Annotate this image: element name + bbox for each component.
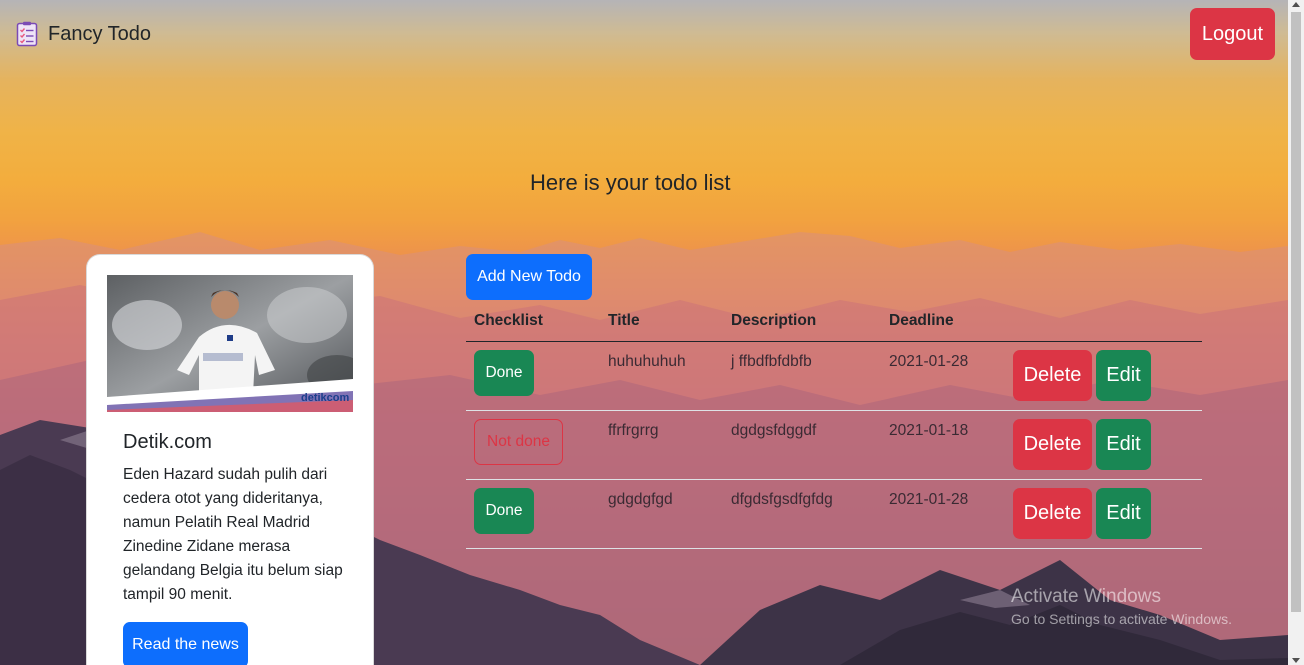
news-source-title: Detik.com [123,431,212,453]
status-toggle-button[interactable]: Not done [474,419,563,465]
column-header-description: Description [731,312,817,329]
column-header-title: Title [608,312,640,329]
checklist-icon [16,21,38,47]
todo-title: huhuhuhuh [608,353,686,370]
table-header: Checklist Title Description Deadline [466,306,1202,342]
news-image: detikcom [107,275,353,412]
watermark-title: Activate Windows [1011,586,1161,607]
todo-description: dfgdsfgsdfgfdg [731,491,833,508]
delete-button[interactable]: Delete [1013,488,1092,539]
status-toggle-button[interactable]: Done [474,488,534,534]
detik-logo: detikcom [301,392,350,404]
table-row: Not done ffrfrgrrg dgdgsfdggdf 2021-01-1… [466,411,1202,480]
todo-deadline: 2021-01-28 [889,491,969,508]
app-title: Fancy Todo [48,22,152,45]
edit-button[interactable]: Edit [1096,419,1151,470]
brand[interactable]: Fancy Todo [16,21,151,47]
watermark-subtitle: Go to Settings to activate Windows. [1011,611,1232,627]
column-header-checklist: Checklist [474,312,543,329]
page-scrollbar[interactable] [1288,0,1304,665]
table-row: Done gdgdgfgd dfgdsfgsdfgfdg 2021-01-28 … [466,480,1202,549]
todo-description: dgdgsfdggdf [731,422,817,439]
page-title: Here is your todo list [530,170,731,195]
column-header-deadline: Deadline [889,312,954,329]
edit-button[interactable]: Edit [1096,488,1151,539]
todo-description: j ffbdfbfdbfb [731,353,812,370]
logout-button[interactable]: Logout [1190,8,1275,60]
todo-table: Checklist Title Description Deadline Don… [466,306,1202,549]
scroll-down-arrow-icon[interactable] [1292,658,1300,663]
todo-title: ffrfrgrrg [608,422,659,439]
todo-deadline: 2021-01-28 [889,353,969,370]
windows-activation-watermark: Activate Windows Go to Settings to activ… [1011,586,1232,627]
delete-button[interactable]: Delete [1013,419,1092,470]
edit-button[interactable]: Edit [1096,350,1151,401]
delete-button[interactable]: Delete [1013,350,1092,401]
news-text: Eden Hazard sudah pulih dari cedera otot… [123,466,343,603]
todo-deadline: 2021-01-18 [889,422,969,439]
table-row: Done huhuhuhuh j ffbdfbfdbfb 2021-01-28 … [466,342,1202,411]
news-card: detikcom Detik.com Eden Hazard sudah pul… [86,254,374,665]
scroll-thumb[interactable] [1291,12,1301,612]
todo-title: gdgdgfgd [608,491,673,508]
status-toggle-button[interactable]: Done [474,350,534,396]
scroll-up-arrow-icon[interactable] [1292,2,1300,7]
read-news-button[interactable]: Read the news [123,622,248,665]
add-new-todo-button[interactable]: Add New Todo [466,254,592,300]
